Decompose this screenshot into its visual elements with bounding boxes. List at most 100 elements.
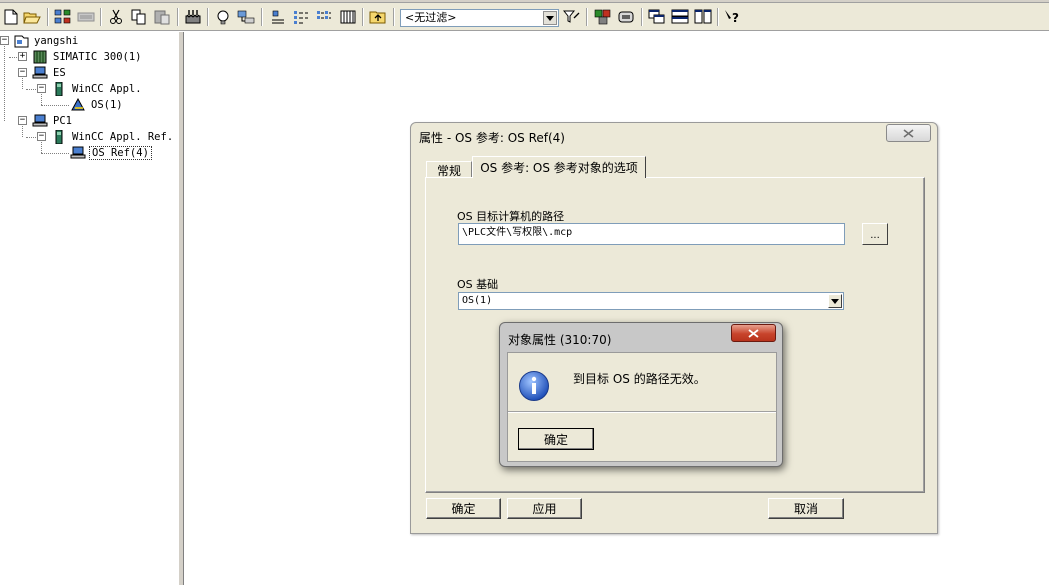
tab-label: 常规 [436, 163, 461, 178]
filter-select[interactable]: <无过滤> [400, 9, 559, 27]
chevron-down-icon[interactable] [828, 294, 842, 308]
dialog-title: 属性 - OS 参考: OS Ref(4) [419, 131, 565, 145]
new-file-icon[interactable] [1, 7, 21, 27]
netpro-icon[interactable] [76, 7, 96, 27]
toolbar-separator [100, 8, 102, 26]
toolbar-separator [47, 8, 49, 26]
tree-item-label: ES [53, 66, 66, 79]
memory-card-icon[interactable] [616, 7, 636, 27]
browse-button[interactable]: ... [862, 223, 888, 245]
tree-item-label: OS Ref(4) [89, 145, 152, 160]
tree-item-label: PC1 [53, 114, 72, 127]
simulation-icon[interactable] [593, 7, 613, 27]
ok-button[interactable]: 确定 [426, 498, 501, 519]
tree-connector [22, 126, 23, 137]
online-icon[interactable] [213, 7, 233, 27]
cut-icon[interactable] [106, 7, 126, 27]
tree-item-os-ref4[interactable]: OS Ref(4) [70, 145, 152, 160]
tree-item-es[interactable]: ES [32, 65, 68, 80]
tree-item-pc1[interactable]: PC1 [32, 113, 74, 128]
pc-station-icon [32, 114, 48, 126]
arrange-vertical-icon[interactable] [693, 7, 713, 27]
tree-connector [41, 105, 69, 106]
toolbar-separator [717, 8, 719, 26]
arrange-cascade-icon[interactable] [647, 7, 667, 27]
message-box-body: 到目标 OS 的路径无效。 确定 [507, 352, 777, 462]
network-icon[interactable] [53, 7, 73, 27]
paste-icon[interactable] [152, 7, 172, 27]
tree-item-label: WinCC Appl. Ref. [72, 130, 174, 143]
tree-connector [41, 142, 42, 153]
expand-toggle[interactable]: + [18, 52, 27, 61]
tree-connector [41, 94, 42, 105]
toolbar-separator [362, 8, 364, 26]
message-box-close-button[interactable] [731, 324, 776, 342]
os-icon [71, 97, 85, 110]
os-base-value: OS(1) [462, 295, 493, 306]
wincc-appl-ref-icon [55, 129, 63, 144]
divider [508, 411, 776, 413]
collapse-toggle[interactable]: − [37, 132, 46, 141]
copy-icon[interactable] [129, 7, 149, 27]
large-icons-icon[interactable] [268, 7, 288, 27]
tab-general[interactable]: 常规 [426, 161, 472, 178]
tree-item-os1[interactable]: OS(1) [70, 97, 125, 112]
project-icon [14, 35, 29, 47]
tree-item-label: yangshi [34, 34, 79, 47]
main-toolbar: <无过滤> ? [0, 3, 1049, 31]
project-tree: − + − − − − yangshi SIMATIC 300(1) ES Wi… [0, 32, 178, 585]
help-icon[interactable]: ? [723, 7, 743, 27]
cancel-button[interactable]: 取消 [768, 498, 844, 519]
collapse-toggle[interactable]: − [18, 68, 27, 77]
toolbar-separator [586, 8, 588, 26]
tree-item-project[interactable]: yangshi [13, 33, 80, 48]
tree-item-label: WinCC Appl. [72, 82, 142, 95]
filter-settings-icon[interactable] [562, 7, 582, 27]
error-message-box: 对象属性 (310:70) 到目标 OS 的路径无效。 确定 [499, 322, 783, 467]
apply-button[interactable]: 应用 [507, 498, 582, 519]
tab-label: OS 参考: OS 参考对象的选项 [480, 161, 638, 175]
message-box-title: 对象属性 (310:70) [508, 333, 612, 347]
pc-station-icon [32, 66, 48, 78]
accessible-nodes-icon[interactable] [236, 7, 256, 27]
toolbar-separator [177, 8, 179, 26]
tree-connector [41, 153, 69, 154]
list-icon[interactable] [314, 7, 334, 27]
dialog-close-button[interactable] [886, 124, 931, 142]
details-icon[interactable] [338, 7, 358, 27]
message-text: 到目标 OS 的路径无效。 [573, 372, 706, 386]
download-icon[interactable] [183, 7, 203, 27]
tab-os-reference[interactable]: OS 参考: OS 参考对象的选项 [472, 156, 646, 178]
close-icon [748, 328, 759, 338]
small-icons-icon[interactable] [291, 7, 311, 27]
tree-item-simatic-300[interactable]: SIMATIC 300(1) [32, 49, 144, 64]
os-ref-icon [70, 146, 86, 158]
os-base-select[interactable]: OS(1) [458, 292, 844, 310]
svg-text:?: ? [732, 11, 739, 25]
info-icon [519, 371, 549, 401]
toolbar-separator [393, 8, 395, 26]
tree-item-wincc-appl-ref[interactable]: WinCC Appl. Ref. [51, 129, 175, 144]
target-path-field[interactable]: \PLC文件\写权限\.mcp [458, 223, 845, 245]
filter-value: <无过滤> [405, 11, 457, 24]
message-ok-button[interactable]: 确定 [518, 428, 594, 450]
tree-item-wincc-appl[interactable]: WinCC Appl. [51, 81, 144, 96]
tree-item-label: OS(1) [91, 98, 123, 111]
os-base-label: OS 基础 [457, 278, 499, 291]
chevron-down-icon[interactable] [543, 11, 557, 25]
toolbar-separator [207, 8, 209, 26]
collapse-toggle[interactable]: − [0, 36, 9, 45]
close-icon [903, 128, 914, 138]
open-folder-icon[interactable] [22, 7, 42, 27]
toolbar-separator [261, 8, 263, 26]
toolbar-separator [641, 8, 643, 26]
simatic-station-icon [33, 50, 47, 63]
tree-connector [22, 78, 23, 89]
arrange-horizontal-icon[interactable] [670, 7, 690, 27]
up-one-level-icon[interactable] [368, 7, 388, 27]
wincc-appl-icon [55, 81, 63, 96]
collapse-toggle[interactable]: − [18, 116, 27, 125]
tree-connector [4, 46, 5, 121]
collapse-toggle[interactable]: − [37, 84, 46, 93]
target-path-label: OS 目标计算机的路径 [457, 210, 565, 223]
